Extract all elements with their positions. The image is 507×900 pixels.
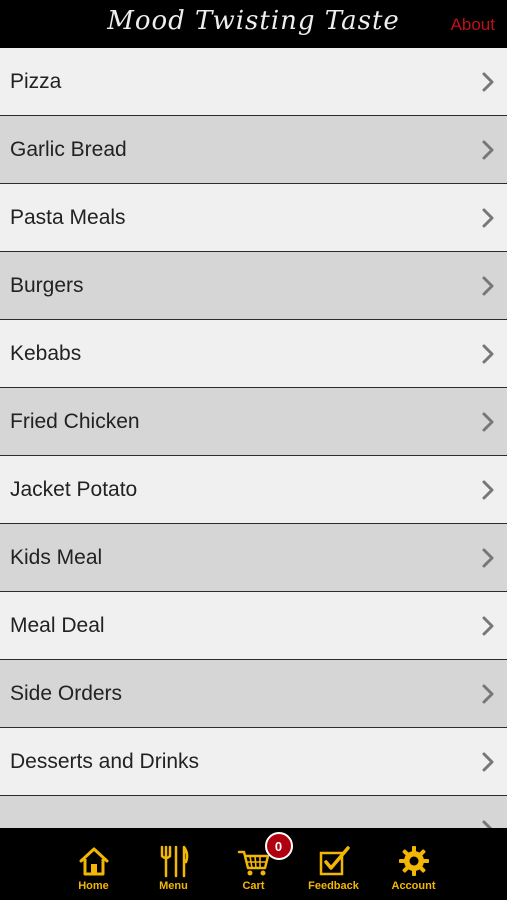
chevron-right-icon [482, 684, 494, 703]
tab-feedback[interactable]: Feedback [294, 828, 374, 900]
menu-item-pizza[interactable]: Pizza [0, 48, 507, 116]
menu-category-list[interactable]: Pizza Garlic Bread Pasta Meals Burgers K… [0, 48, 507, 828]
chevron-right-icon [482, 412, 494, 431]
chevron-right-icon [482, 276, 494, 295]
chevron-right-icon [482, 208, 494, 227]
tab-account[interactable]: Account [374, 828, 454, 900]
menu-item-label: Side Orders [10, 681, 123, 705]
gear-icon [398, 846, 429, 876]
chevron-right-icon [482, 344, 494, 363]
menu-item-label: Meal Deal [10, 613, 105, 637]
tab-home[interactable]: Home [54, 828, 134, 900]
menu-item-kids-meal[interactable]: Kids Meal [0, 524, 507, 592]
cart-count-badge: 0 [264, 832, 293, 860]
chevron-right-icon [482, 548, 494, 567]
menu-item-side-orders[interactable]: Side Orders [0, 660, 507, 728]
fork-knife-icon [160, 845, 188, 878]
menu-item-pasta-meals[interactable]: Pasta Meals [0, 184, 507, 252]
app-title: Mood Twisting Taste [107, 6, 400, 36]
menu-item-label: Kebabs [10, 341, 82, 365]
checkbox-edit-icon [319, 846, 350, 876]
tab-cart-label: Cart [242, 880, 265, 892]
menu-item-desserts-and-drinks[interactable]: Desserts and Drinks [0, 728, 507, 796]
menu-item-label: Burgers [10, 273, 84, 297]
menu-item-garlic-bread[interactable]: Garlic Bread [0, 116, 507, 184]
menu-item-kebabs[interactable]: Kebabs [0, 320, 507, 388]
chevron-right-icon [482, 480, 494, 499]
tab-menu[interactable]: Menu [134, 828, 214, 900]
menu-item-label: Fried Chicken [10, 409, 140, 433]
chevron-right-icon [482, 140, 494, 159]
chevron-right-icon [482, 752, 494, 771]
chevron-right-icon [482, 72, 494, 91]
home-icon [79, 847, 108, 876]
menu-item-meal-deal[interactable]: Meal Deal [0, 592, 507, 660]
menu-item-fried-chicken[interactable]: Fried Chicken [0, 388, 507, 456]
menu-item-label: Pasta Meals [10, 205, 126, 229]
menu-item-label: Garlic Bread [10, 137, 127, 161]
tab-home-label: Home [78, 880, 109, 892]
menu-item-partial[interactable] [0, 796, 507, 828]
tab-feedback-label: Feedback [308, 880, 359, 892]
chevron-right-icon [482, 616, 494, 635]
about-link[interactable]: About [451, 15, 495, 35]
menu-item-label: Jacket Potato [10, 477, 138, 501]
app-header: Mood Twisting Taste About [0, 0, 507, 48]
menu-item-burgers[interactable]: Burgers [0, 252, 507, 320]
tab-account-label: Account [391, 880, 436, 892]
menu-item-jacket-potato[interactable]: Jacket Potato [0, 456, 507, 524]
tab-cart[interactable]: 0 Cart [214, 828, 294, 900]
menu-item-label: Pizza [10, 69, 62, 93]
bottom-tab-bar: Home Menu 0 Cart Feedback Account [0, 828, 507, 900]
menu-item-label: Desserts and Drinks [10, 749, 200, 773]
menu-item-label: Kids Meal [10, 545, 103, 569]
tab-menu-label: Menu [159, 880, 188, 892]
chevron-right-icon [482, 820, 493, 828]
